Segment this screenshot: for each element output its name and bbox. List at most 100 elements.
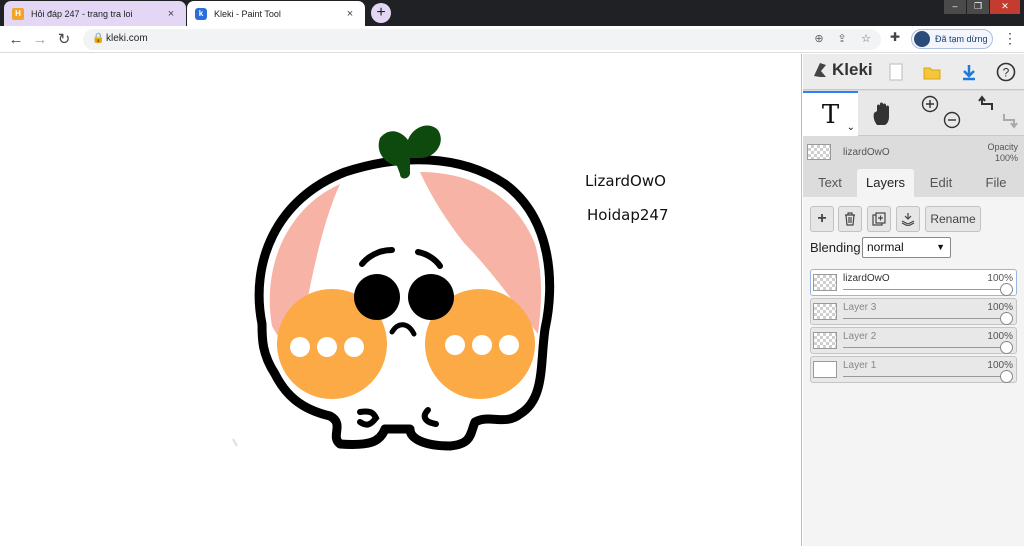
tab-hoidap247[interactable]: H Hỏi đáp 247 - trang tra loi ×: [4, 1, 186, 26]
new-tab-button[interactable]: +: [371, 3, 391, 23]
redo-button[interactable]: [997, 107, 1021, 133]
hoidap-favicon: H: [12, 7, 24, 20]
back-arrow-icon[interactable]: ←: [6, 30, 26, 50]
undo-button[interactable]: [975, 91, 999, 117]
layer-thumbnail: [813, 332, 837, 349]
tab-text[interactable]: Text: [803, 169, 857, 197]
redo-icon: [1003, 114, 1018, 129]
rename-layer-button[interactable]: Rename: [925, 206, 981, 232]
open-folder-icon[interactable]: [918, 58, 946, 86]
trash-icon: [845, 212, 855, 226]
layer-item[interactable]: Layer 3 100%: [810, 298, 1017, 325]
tab-file[interactable]: File: [968, 169, 1024, 197]
tab-edit[interactable]: Edit: [914, 169, 968, 197]
layer-item[interactable]: lizardOwO 100%: [810, 269, 1017, 296]
logo-text: Kleki: [832, 60, 873, 79]
layer-opacity-slider[interactable]: [843, 318, 1006, 319]
blending-select[interactable]: normal ▼: [862, 237, 951, 258]
slider-handle[interactable]: [1000, 283, 1013, 296]
close-window-icon[interactable]: ✕: [990, 0, 1020, 14]
avatar: [914, 31, 930, 47]
zoom-icon[interactable]: ⊕: [811, 32, 827, 45]
layer-name: lizardOwO: [843, 273, 890, 284]
tab-kleki[interactable]: k Kleki - Paint Tool ×: [187, 1, 365, 26]
merge-down-button[interactable]: [896, 206, 920, 232]
layer-thumbnail: [813, 303, 837, 320]
layer-opacity: 100%: [987, 302, 1013, 313]
reload-icon[interactable]: ↻: [54, 30, 74, 50]
duplicate-layer-button[interactable]: [867, 206, 891, 232]
layer-opacity: 100%: [987, 360, 1013, 371]
blending-value: normal: [867, 240, 904, 254]
slider-handle[interactable]: [1000, 312, 1013, 325]
layer-name: Layer 3: [843, 302, 877, 313]
chevron-down-icon[interactable]: ⌄: [847, 122, 855, 133]
layer-opacity-slider[interactable]: [843, 376, 1006, 377]
panel-tabs: Text Layers Edit File: [803, 169, 1024, 197]
left-eye: [354, 274, 400, 320]
kleki-top-bar: Kleki ?: [803, 54, 1024, 90]
tab-title: Hỏi đáp 247 - trang tra loi: [31, 8, 133, 19]
opacity-label: Opacity: [987, 142, 1018, 152]
slider-handle[interactable]: [1000, 370, 1013, 383]
right-eye: [408, 274, 454, 320]
drawing-canvas[interactable]: LizardOwO Hoidap247: [0, 54, 802, 546]
browser-tab-strip: H Hỏi đáp 247 - trang tra loi × k Kleki …: [0, 0, 1024, 26]
close-tab-icon[interactable]: ×: [164, 8, 178, 20]
tab-layers[interactable]: Layers: [857, 169, 914, 197]
bookmark-star-icon[interactable]: ☆: [858, 32, 874, 45]
blending-label: Blending: [810, 240, 861, 255]
browser-menu-icon[interactable]: ⋮: [1003, 30, 1017, 47]
download-icon[interactable]: [955, 58, 983, 86]
profile-label: Đã tạm dừng: [935, 34, 988, 44]
layer-item[interactable]: Layer 1 100%: [810, 356, 1017, 383]
zoom-out-button[interactable]: [939, 107, 965, 133]
current-layer-thumbnail: [807, 144, 831, 160]
layer-thumbnail: [813, 274, 837, 291]
close-tab-icon[interactable]: ×: [343, 8, 357, 20]
layer-name: Layer 1: [843, 360, 877, 371]
address-bar[interactable]: 🔒 kleki.com ⊕ ⇪ ☆: [83, 29, 881, 50]
text-tool-button[interactable]: T ⌄: [803, 91, 858, 136]
layer-name: Layer 2: [843, 331, 877, 342]
share-icon[interactable]: ⇪: [834, 32, 850, 45]
layer-item[interactable]: Layer 2 100%: [810, 327, 1017, 354]
extensions-icon[interactable]: ✚: [890, 30, 900, 44]
hand-tool-button[interactable]: [863, 91, 903, 136]
add-layer-button[interactable]: +: [810, 206, 834, 232]
layers-tab-body: + Rename Blending normal ▼ lizardOwO 100…: [803, 197, 1024, 546]
duplicate-icon: [872, 212, 886, 226]
current-layer-info: lizardOwO Opacity 100%: [803, 137, 1024, 167]
opacity-value: 100%: [994, 153, 1018, 163]
lock-icon: 🔒: [92, 33, 105, 44]
delete-layer-button[interactable]: [838, 206, 862, 232]
help-icon[interactable]: ?: [992, 58, 1020, 86]
tool-row: T ⌄: [803, 91, 1024, 136]
forward-arrow-icon[interactable]: →: [30, 30, 50, 50]
layer-opacity: 100%: [987, 273, 1013, 284]
kleki-side-panel: Kleki ? T ⌄ lizardOwO Opacity 100% Text …: [803, 54, 1024, 546]
kleki-logo: Kleki: [811, 60, 873, 80]
minimize-icon[interactable]: –: [944, 0, 966, 14]
character-drawing: [232, 125, 555, 451]
kleki-logo-icon: [814, 63, 826, 77]
svg-text:?: ?: [1003, 66, 1010, 80]
canvas-text-hoidap247: Hoidap247: [587, 206, 669, 224]
layer-opacity-slider[interactable]: [843, 347, 1006, 348]
tab-title: Kleki - Paint Tool: [214, 8, 281, 19]
browser-toolbar: ← → ↻ 🔒 kleki.com ⊕ ⇪ ☆ ✚ Đã tạm dừng ⋮: [0, 26, 1024, 53]
maximize-icon[interactable]: ❐: [967, 0, 989, 14]
chevron-down-icon: ▼: [936, 242, 945, 252]
opacity-readout: Opacity 100%: [987, 142, 1018, 164]
kleki-favicon: k: [195, 7, 207, 20]
new-image-icon[interactable]: [882, 58, 910, 86]
slider-handle[interactable]: [1000, 341, 1013, 354]
zoom-out-icon: [943, 111, 961, 129]
current-layer-name: lizardOwO: [843, 147, 890, 158]
layer-opacity-slider[interactable]: [843, 289, 1006, 290]
undo-icon: [978, 95, 993, 110]
hand-icon: [873, 102, 889, 125]
profile-button[interactable]: Đã tạm dừng: [911, 29, 993, 49]
canvas-text-lizardowo: LizardOwO: [585, 172, 666, 190]
url-text: kleki.com: [106, 33, 148, 44]
